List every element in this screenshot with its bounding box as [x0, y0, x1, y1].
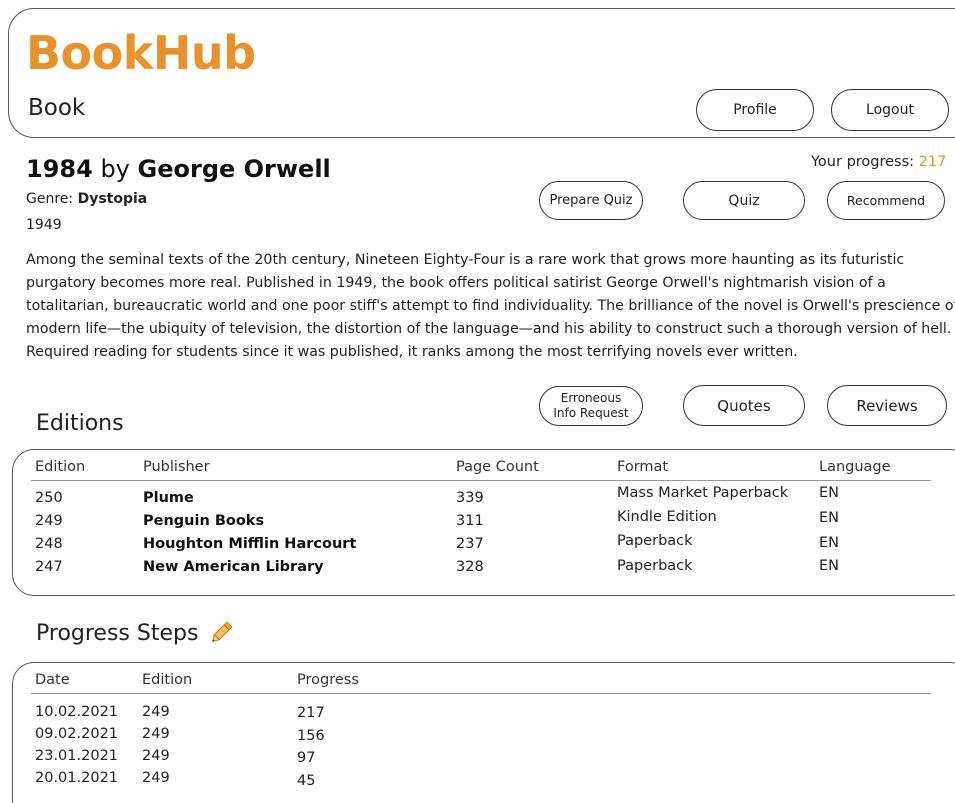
language-cell: EN — [819, 510, 840, 526]
book-genre: Genre: Dystopia — [26, 191, 147, 207]
progress-steps-table: Date Edition Progress 10.02.2021 249 217… — [12, 662, 955, 803]
page-count-cell: 328 — [456, 559, 484, 575]
language-cell: EN — [819, 535, 840, 551]
reviews-button[interactable]: Reviews — [827, 385, 947, 426]
genre-label: Genre: — [26, 191, 74, 207]
book-description: Among the seminal texts of the 20th cent… — [26, 252, 955, 360]
publisher-cell: New American Library — [143, 559, 324, 575]
language-cell: EN — [819, 485, 840, 501]
column-header-publisher: Publisher — [143, 459, 210, 475]
date-cell: 20.01.2021 — [35, 770, 119, 786]
publisher-cell: Plume — [143, 490, 194, 506]
progress-cell: 97 — [297, 750, 316, 766]
page-title: Book — [28, 95, 86, 121]
edition-cell: 249 — [142, 704, 170, 720]
format-cell: Kindle Edition — [617, 509, 717, 525]
publisher-cell: Penguin Books — [143, 513, 265, 529]
book-title: 1984 — [26, 155, 93, 183]
recommend-button[interactable]: Recommend — [827, 181, 945, 220]
column-header-page-count: Page Count — [456, 459, 539, 475]
erroneous-label-line1: Erroneous — [560, 391, 622, 405]
prepare-quiz-button[interactable]: Prepare Quiz — [539, 181, 643, 220]
header-divider — [31, 480, 931, 481]
column-header-progress: Progress — [297, 672, 359, 688]
erroneous-label-line2: Info Request — [553, 406, 629, 420]
date-cell: 23.01.2021 — [35, 748, 119, 764]
book-year: 1949 — [26, 217, 62, 233]
format-cell: Paperback — [617, 533, 693, 549]
book-heading: 1984 by George Orwell — [26, 155, 331, 183]
edition-cell: 249 — [35, 513, 63, 529]
header-divider — [31, 693, 931, 694]
format-cell: Mass Market Paperback — [617, 485, 789, 501]
column-header-format: Format — [617, 459, 669, 475]
progress-cell: 156 — [297, 728, 325, 744]
language-cell: EN — [819, 558, 840, 574]
progress-steps-header: Progress Steps — [36, 620, 234, 646]
editions-title: Editions — [36, 411, 124, 436]
user-progress: Your progress: 217 — [811, 154, 946, 170]
edition-cell: 249 — [142, 726, 170, 742]
editions-table: Edition Publisher Page Count Format Lang… — [12, 449, 955, 596]
erroneous-label: Erroneous Info Request — [553, 391, 628, 421]
progress-steps-title: Progress Steps — [36, 620, 199, 646]
progress-cell: 45 — [297, 773, 316, 789]
book-by: by — [100, 155, 130, 183]
column-header-language: Language — [819, 459, 891, 475]
progress-cell: 217 — [297, 705, 325, 721]
edition-cell: 248 — [35, 536, 63, 552]
column-header-date: Date — [35, 672, 70, 688]
logout-button[interactable]: Logout — [831, 89, 949, 131]
erroneous-info-request-button[interactable]: Erroneous Info Request — [539, 386, 643, 426]
page-count-cell: 311 — [456, 513, 484, 529]
progress-value: 217 — [918, 154, 947, 170]
publisher-cell: Houghton Mifflin Harcourt — [143, 536, 357, 552]
format-cell: Paperback — [617, 558, 693, 574]
pencil-icon[interactable] — [208, 620, 234, 646]
edition-cell: 249 — [142, 748, 170, 764]
app-logo[interactable]: BookHub — [26, 27, 256, 79]
edition-cell: 250 — [35, 490, 63, 506]
app-header: BookHub Book Profile Logout — [8, 8, 955, 138]
page-count-cell: 237 — [456, 536, 484, 552]
edition-cell: 247 — [35, 559, 63, 575]
edition-cell: 249 — [142, 770, 170, 786]
genre-value: Dystopia — [77, 191, 148, 207]
column-header-edition: Edition — [35, 459, 86, 475]
quotes-button[interactable]: Quotes — [683, 385, 805, 426]
date-cell: 10.02.2021 — [35, 704, 119, 720]
profile-button[interactable]: Profile — [696, 89, 814, 131]
column-header-edition: Edition — [142, 672, 193, 688]
date-cell: 09.02.2021 — [35, 726, 119, 742]
progress-label: Your progress: — [811, 154, 915, 170]
book-author[interactable]: George Orwell — [138, 155, 331, 183]
quiz-button[interactable]: Quiz — [683, 181, 805, 220]
page-count-cell: 339 — [456, 490, 484, 506]
